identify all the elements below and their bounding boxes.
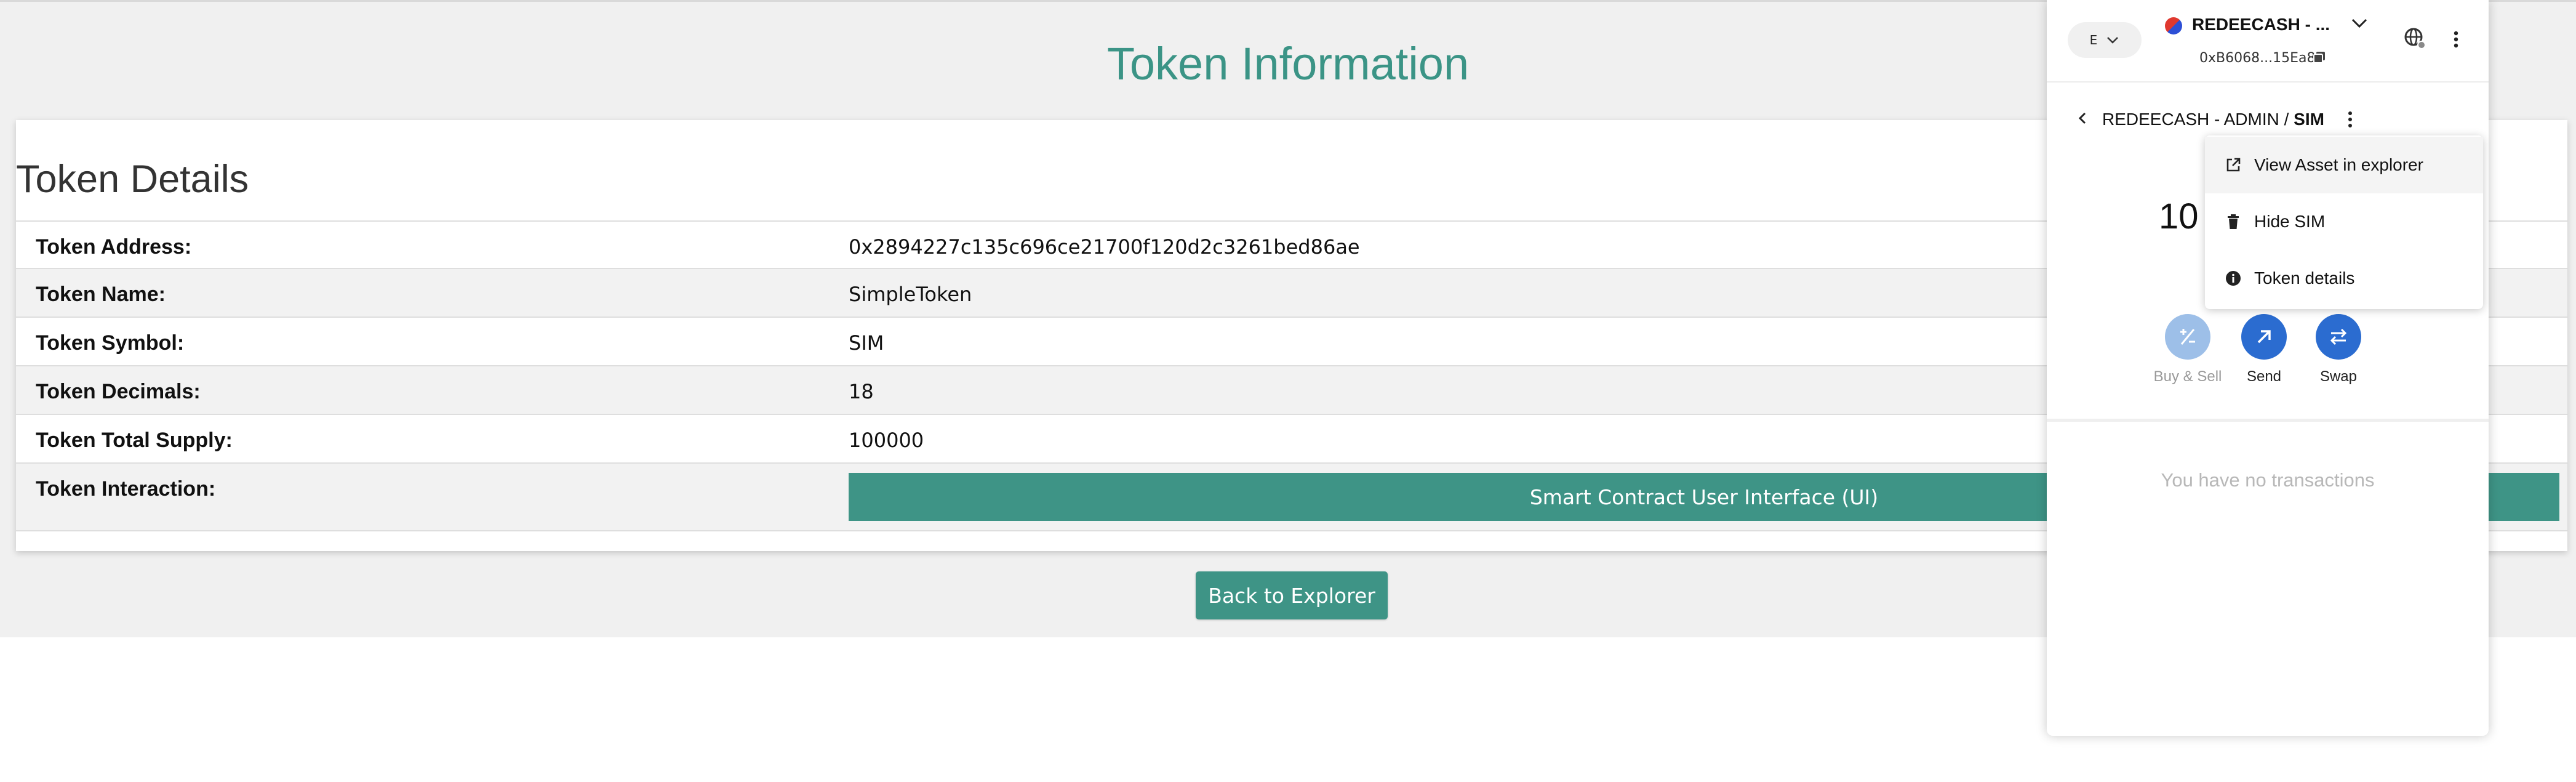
network-selector[interactable]: E	[2068, 22, 2142, 58]
asset-options-kebab-icon[interactable]	[2341, 108, 2359, 131]
menu-item-view-in-explorer[interactable]: View Asset in explorer	[2205, 137, 2483, 193]
chevron-down-icon	[2107, 37, 2119, 44]
token-name-value: SimpleToken	[849, 283, 972, 306]
swap-action[interactable]: Swap	[2295, 314, 2382, 385]
row-label: Token Decimals:	[36, 380, 201, 403]
buy-sell-label: Buy & Sell	[2153, 368, 2222, 385]
breadcrumb-token: SIM	[2294, 110, 2324, 129]
divider	[2047, 419, 2489, 422]
wallet-header: E REDEECASH - ... 0xB6068...15Ea8	[2047, 0, 2489, 83]
asset-navigation: REDEECASH - ADMIN / SIM	[2047, 106, 2489, 138]
back-arrow-icon[interactable]	[2074, 110, 2091, 127]
arrow-up-right-icon	[2241, 314, 2287, 360]
account-avatar	[2165, 17, 2182, 34]
card-heading: Token Details	[16, 158, 249, 201]
swap-label: Swap	[2319, 368, 2358, 385]
menu-item-hide-token[interactable]: Hide SIM	[2205, 193, 2483, 250]
connected-sites-globe-icon[interactable]	[2402, 26, 2427, 50]
row-label: Token Total Supply:	[36, 429, 233, 452]
menu-item-token-details[interactable]: Token details	[2205, 250, 2483, 307]
asset-options-menu: View Asset in explorer Hide SIM Token de…	[2205, 135, 2483, 309]
row-label: Token Interaction:	[36, 477, 216, 501]
empty-transactions-message: You have no transactions	[2161, 469, 2375, 491]
account-name[interactable]: REDEECASH - ...	[2192, 15, 2330, 34]
send-action[interactable]: Send	[2221, 314, 2307, 385]
row-label: Token Symbol:	[36, 331, 185, 355]
account-address[interactable]: 0xB6068...15Ea8	[2199, 50, 2315, 66]
account-chevron-down-icon[interactable]	[2350, 17, 2369, 30]
token-address-value: 0x2894227c135c696ce21700f120d2c3261bed86…	[849, 235, 1360, 259]
plus-minus-icon	[2165, 314, 2210, 360]
wallet-menu-kebab-icon[interactable]	[2447, 27, 2465, 52]
token-balance: 10	[2159, 196, 2199, 236]
menu-item-label: Hide SIM	[2254, 212, 2326, 231]
swap-arrows-icon	[2316, 314, 2361, 360]
breadcrumb-account: REDEECASH - ADMIN /	[2102, 110, 2294, 129]
external-link-icon	[2226, 158, 2241, 172]
trash-icon	[2228, 214, 2239, 229]
info-icon	[2226, 271, 2241, 286]
breadcrumb: REDEECASH - ADMIN / SIM	[2102, 110, 2324, 129]
token-decimals-value: 18	[849, 380, 874, 403]
network-initial: E	[2089, 33, 2098, 47]
send-label: Send	[2246, 368, 2282, 385]
copy-icon[interactable]	[2313, 50, 2326, 64]
wallet-popup: E REDEECASH - ... 0xB6068...15Ea8 REDEEC…	[2047, 0, 2489, 736]
menu-item-label: Token details	[2254, 268, 2355, 288]
token-symbol-value: SIM	[849, 331, 884, 355]
row-label: Token Address:	[36, 235, 192, 259]
menu-item-label: View Asset in explorer	[2254, 155, 2423, 174]
buy-sell-action[interactable]: Buy & Sell	[2145, 314, 2231, 385]
back-to-explorer-button[interactable]: Back to Explorer	[1196, 571, 1388, 619]
token-total-supply-value: 100000	[849, 429, 924, 452]
row-label: Token Name:	[36, 283, 166, 306]
